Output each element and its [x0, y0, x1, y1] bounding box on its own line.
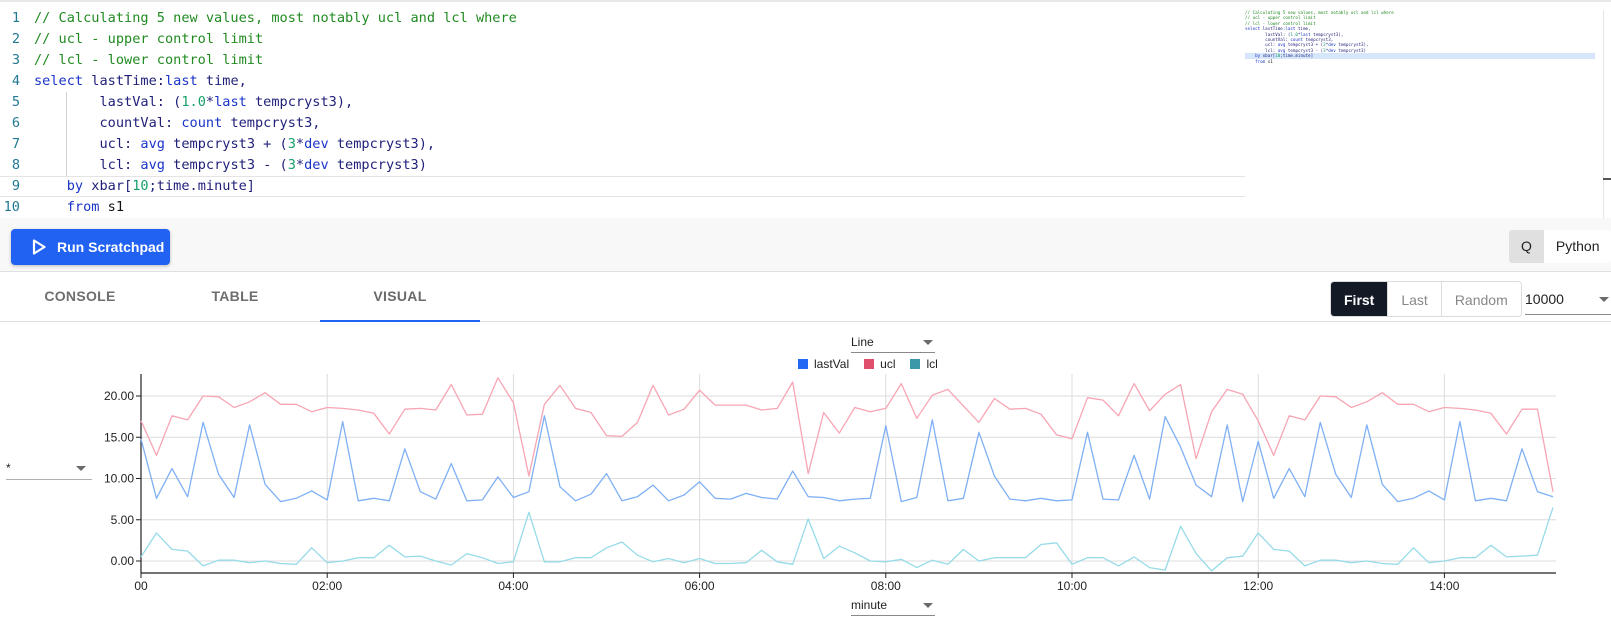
legend-swatch-lcl — [910, 359, 921, 369]
editor-minimap[interactable]: // Calculating 5 new values, most notabl… — [1245, 10, 1595, 70]
chevron-down-icon — [923, 340, 933, 345]
legend-item-lastval[interactable]: lastVal — [798, 357, 849, 371]
legend-swatch-ucl — [864, 359, 875, 369]
code-line[interactable]: 10 from s1 — [0, 197, 1245, 218]
code-line[interactable]: 4 select lastTime:last time, — [0, 71, 1245, 92]
x-tick-label: 02:00 — [312, 579, 342, 593]
code-area[interactable]: 1 // Calculating 5 new values, most notab… — [0, 8, 1245, 218]
code-line[interactable]: 5 lastVal: (1.0*last tempcryst3), — [0, 92, 1245, 113]
code-line[interactable]: 6 countVal: count tempcryst3, — [0, 113, 1245, 134]
language-q-button[interactable]: Q — [1509, 230, 1544, 263]
y-tick-label: 0.00 — [111, 554, 135, 568]
series-line-lastval — [140, 415, 1554, 503]
code-text: // ucl - upper control limit — [34, 31, 264, 47]
x-tick-label: 00 — [134, 579, 148, 593]
series-select[interactable]: * — [6, 460, 92, 480]
sampling-first-button[interactable]: First — [1331, 282, 1388, 316]
chevron-down-icon — [1599, 297, 1609, 302]
legend-label-lastval: lastVal — [814, 357, 850, 371]
legend-item-ucl[interactable]: ucl — [864, 357, 895, 371]
y-tick-label: 15.00 — [104, 430, 134, 444]
code-line[interactable]: 3 // lcl - lower control limit — [0, 50, 1245, 71]
sampling-last-button[interactable]: Last — [1387, 282, 1441, 316]
code-text: ucl: avg tempcryst3 + (3*dev tempcryst3)… — [34, 136, 436, 152]
legend-label-lcl: lcl — [926, 357, 938, 371]
x-tick-label: 10:00 — [1057, 579, 1087, 593]
x-tick-label: 12:00 — [1243, 579, 1273, 593]
language-python-button[interactable]: Python — [1543, 230, 1611, 263]
editor-scrollbar[interactable] — [1603, 10, 1604, 218]
code-text: from s1 — [34, 199, 125, 215]
line-number: 10 — [3, 199, 20, 215]
code-text: by xbar[10;time.minute] — [34, 178, 255, 194]
x-axis-column-select[interactable]: minute — [851, 596, 935, 616]
x-tick-label: 14:00 — [1429, 579, 1459, 593]
line-number: 2 — [11, 31, 20, 47]
row-limit-value: 10000 — [1525, 291, 1564, 307]
results-tabs: CONSOLE TABLE VISUAL First Last Random 1… — [0, 273, 1611, 322]
code-line[interactable]: 1 // Calculating 5 new values, most notab… — [0, 8, 1245, 29]
run-scratchpad-label: Run Scratchpad — [57, 239, 165, 255]
line-number: 1 — [11, 10, 20, 26]
line-number: 4 — [11, 73, 20, 89]
y-tick-label: 10.00 — [104, 472, 134, 486]
tab-visual[interactable]: VISUAL — [320, 273, 480, 322]
line-number: 9 — [11, 178, 20, 194]
code-line[interactable]: 9 by xbar[10;time.minute] — [0, 176, 1245, 197]
minimap-line: from s1 — [1245, 58, 1273, 64]
play-icon — [31, 239, 47, 255]
y-tick-label: 20.00 — [104, 389, 134, 403]
y-tick-label: 5.00 — [111, 513, 135, 527]
x-tick-label: 08:00 — [871, 579, 901, 593]
chart-legend: lastVal ucl lcl — [798, 356, 953, 372]
visual-panel: 0.00 5.00 10.00 15.00 20.00 00 02:00 04:00 06:00… — [0, 323, 1611, 633]
legend-item-lcl[interactable]: lcl — [910, 357, 938, 371]
indent-guide — [66, 92, 67, 176]
sampling-random-button[interactable]: Random — [1440, 282, 1521, 316]
code-line[interactable]: 2 // ucl - upper control limit — [0, 29, 1245, 50]
chart-type-select[interactable]: Line — [851, 333, 935, 353]
x-tick-label: 04:00 — [498, 579, 528, 593]
chevron-down-icon — [923, 603, 933, 608]
code-text: // lcl - lower control limit — [34, 52, 264, 68]
x-tick-label: 06:00 — [685, 579, 715, 593]
legend-swatch-lastval — [798, 359, 808, 369]
row-limit-select[interactable]: 10000 — [1525, 283, 1611, 315]
sampling-method-group: First Last Random — [1330, 281, 1522, 317]
code-text: // Calculating 5 new values, most notabl… — [34, 10, 517, 26]
scratchpad-toolbar: Run Scratchpad Q Python — [0, 218, 1611, 272]
chart-type-value: Line — [851, 335, 874, 349]
series-select-value: * — [6, 461, 11, 475]
code-editor[interactable]: 1 // Calculating 5 new values, most notab… — [0, 0, 1611, 218]
run-scratchpad-button[interactable]: Run Scratchpad — [11, 229, 170, 265]
line-number: 5 — [11, 94, 20, 110]
tab-console[interactable]: CONSOLE — [0, 273, 160, 322]
line-number: 8 — [11, 157, 20, 173]
code-line[interactable]: 8 lcl: avg tempcryst3 - (3*dev tempcryst… — [0, 155, 1245, 176]
scroll-position-marker — [1603, 178, 1611, 180]
x-axis-column-value: minute — [851, 598, 888, 612]
legend-label-ucl: ucl — [880, 357, 896, 371]
line-number: 3 — [11, 52, 20, 68]
tab-table[interactable]: TABLE — [155, 273, 315, 322]
code-text: countVal: count tempcryst3, — [34, 115, 321, 131]
code-text: lastVal: (1.0*last tempcryst3), — [34, 94, 354, 110]
chevron-down-icon — [76, 466, 86, 471]
line-number: 7 — [11, 136, 20, 152]
code-text: lcl: avg tempcryst3 - (3*dev tempcryst3) — [34, 157, 427, 173]
code-text: select lastTime:last time, — [34, 73, 247, 89]
language-toggle: Q Python — [1509, 230, 1611, 263]
line-number: 6 — [11, 115, 20, 131]
code-line[interactable]: 7 ucl: avg tempcryst3 + (3*dev tempcryst… — [0, 134, 1245, 155]
